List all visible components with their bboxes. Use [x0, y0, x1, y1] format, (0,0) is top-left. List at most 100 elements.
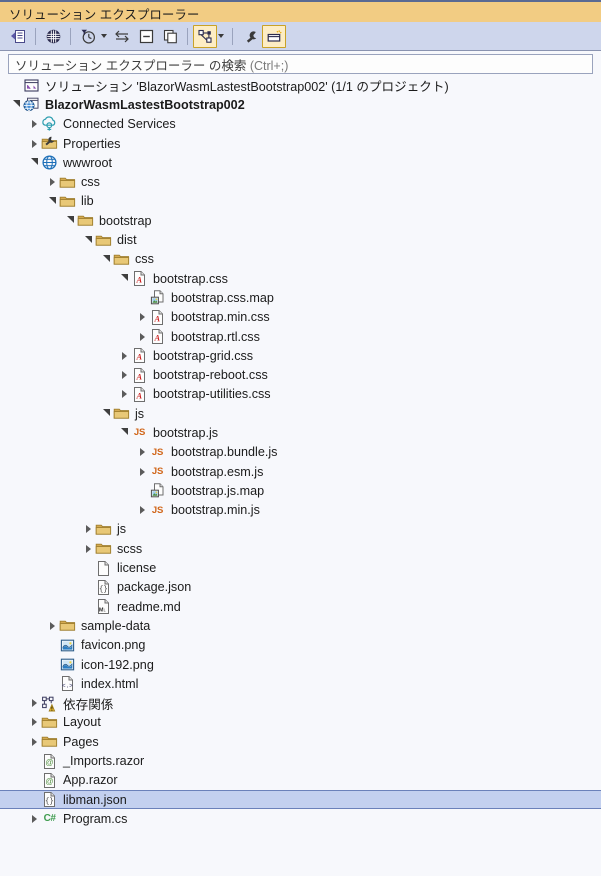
- svg-text:A: A: [154, 314, 161, 323]
- tree-row[interactable]: C# Program.cs: [0, 809, 601, 828]
- chevron-down-icon[interactable]: [100, 404, 112, 423]
- csharp-file-icon: C#: [41, 810, 58, 827]
- tree-row[interactable]: bootstrap.css.map: [0, 288, 601, 307]
- properties-button[interactable]: [238, 25, 262, 48]
- tree-row[interactable]: Layout: [0, 713, 601, 732]
- tree-row[interactable]: M↓ readme.md: [0, 597, 601, 616]
- tree-row[interactable]: Pages: [0, 732, 601, 751]
- chevron-down-icon[interactable]: [82, 231, 94, 250]
- tree-row[interactable]: scss: [0, 539, 601, 558]
- view-class-diagram-button[interactable]: [193, 24, 217, 48]
- chevron-right-icon[interactable]: [118, 346, 130, 365]
- chevron-right-icon[interactable]: [28, 732, 40, 751]
- tree-row[interactable]: lib: [0, 192, 601, 211]
- tree-row[interactable]: {} package.json: [0, 578, 601, 597]
- tree-row[interactable]: Connected Services: [0, 115, 601, 134]
- tree-row-label: sample-data: [81, 618, 151, 633]
- chevron-right-icon[interactable]: [136, 327, 148, 346]
- tree-row[interactable]: Abootstrap-reboot.css: [0, 365, 601, 384]
- tree-row[interactable]: wwwroot: [0, 153, 601, 172]
- tree-row[interactable]: Abootstrap.min.css: [0, 308, 601, 327]
- tree-row[interactable]: bootstrap: [0, 211, 601, 230]
- tree-row[interactable]: @ _Imports.razor: [0, 751, 601, 770]
- tree-row[interactable]: 依存関係: [0, 694, 601, 713]
- wwwroot-icon: [41, 154, 58, 171]
- tree-row[interactable]: js: [0, 404, 601, 423]
- tree-row[interactable]: Abootstrap-grid.css: [0, 346, 601, 365]
- search-input[interactable]: ソリューション エクスプローラー の検索 (Ctrl+;): [8, 54, 593, 74]
- tree-row[interactable]: BlazorWasmLastestBootstrap002: [0, 95, 601, 114]
- tree-row[interactable]: css: [0, 172, 601, 191]
- chevron-right-icon[interactable]: [28, 134, 40, 153]
- collapse-all-button[interactable]: [134, 25, 158, 48]
- tree-row[interactable]: Properties: [0, 134, 601, 153]
- tree-row[interactable]: @ App.razor: [0, 771, 601, 790]
- preview-selected-items-button[interactable]: [262, 24, 286, 48]
- chevron-right-icon[interactable]: [82, 539, 94, 558]
- tree-row[interactable]: favicon.png: [0, 636, 601, 655]
- chevron-right-icon[interactable]: [28, 809, 40, 828]
- tree-row[interactable]: bootstrap.js.map: [0, 481, 601, 500]
- chevron-down-icon[interactable]: [28, 153, 40, 172]
- tree-row[interactable]: JS bootstrap.bundle.js: [0, 443, 601, 462]
- chevron-right-icon[interactable]: [46, 173, 58, 192]
- chevron-right-icon[interactable]: [82, 520, 94, 539]
- tree-row[interactable]: ソリューション 'BlazorWasmLastestBootstrap002' …: [0, 76, 601, 95]
- tree-row[interactable]: css: [0, 250, 601, 269]
- wrench-icon: [242, 28, 259, 45]
- tree-row-label: bootstrap.min.css: [171, 310, 270, 325]
- tree-row[interactable]: icon-192.png: [0, 655, 601, 674]
- chevron-right-icon[interactable]: [136, 308, 148, 327]
- tree-row[interactable]: js: [0, 520, 601, 539]
- tree-row-label: Layout: [63, 715, 101, 730]
- tree-row[interactable]: <.> index.html: [0, 674, 601, 693]
- tree-row-label: license: [117, 561, 157, 576]
- chevron-down-icon[interactable]: [118, 269, 130, 288]
- css-file-icon: A: [131, 347, 148, 364]
- svg-text:A: A: [136, 372, 143, 381]
- chevron-right-icon[interactable]: [136, 462, 148, 481]
- chevron-down-icon[interactable]: [64, 211, 76, 230]
- pending-changes-dropdown-caret[interactable]: [101, 34, 107, 38]
- tree-row[interactable]: sample-data: [0, 616, 601, 635]
- web-preview-button[interactable]: [41, 25, 65, 48]
- pending-changes-button[interactable]: [76, 25, 100, 48]
- tree-row[interactable]: JS bootstrap.min.js: [0, 501, 601, 520]
- tree-row[interactable]: JS bootstrap.js: [0, 423, 601, 442]
- chevron-right-icon[interactable]: [46, 616, 58, 635]
- chevron-right-icon[interactable]: [28, 115, 40, 134]
- chevron-down-icon[interactable]: [46, 192, 58, 211]
- view-class-diagram-dropdown-caret[interactable]: [218, 34, 224, 38]
- sync-arrows-icon: [113, 28, 131, 45]
- tree-row[interactable]: license: [0, 558, 601, 577]
- tree-row[interactable]: JS bootstrap.esm.js: [0, 462, 601, 481]
- sync-with-active-document-button[interactable]: [110, 25, 134, 48]
- show-all-files-icon: [162, 28, 179, 45]
- tree-row[interactable]: Abootstrap.css: [0, 269, 601, 288]
- tree-row[interactable]: {} libman.json: [0, 789, 601, 810]
- svg-text:{}: {}: [99, 586, 108, 594]
- chevron-right-icon[interactable]: [28, 713, 40, 732]
- chevron-down-icon[interactable]: [100, 250, 112, 269]
- chevron-right-icon[interactable]: [136, 501, 148, 520]
- tree-row[interactable]: Abootstrap.rtl.css: [0, 327, 601, 346]
- show-all-files-button[interactable]: [158, 25, 182, 48]
- tree-row-label: _Imports.razor: [63, 754, 145, 769]
- css-file-icon: A: [149, 328, 166, 345]
- chevron-right-icon[interactable]: [118, 366, 130, 385]
- tree-row[interactable]: dist: [0, 230, 601, 249]
- globe-grid-icon: [45, 28, 62, 45]
- expander-spacer: [82, 559, 94, 578]
- tree-row-label: bootstrap-utilities.css: [153, 387, 271, 402]
- chevron-down-icon[interactable]: [118, 423, 130, 442]
- chevron-right-icon[interactable]: [118, 385, 130, 404]
- home-button[interactable]: [6, 25, 30, 48]
- chevron-down-icon[interactable]: [10, 95, 22, 114]
- tree-row-label: bootstrap.js.map: [171, 483, 265, 498]
- class-diagram-icon: [197, 28, 214, 45]
- chevron-right-icon[interactable]: [136, 443, 148, 462]
- tree-row[interactable]: Abootstrap-utilities.css: [0, 385, 601, 404]
- chevron-right-icon[interactable]: [28, 694, 40, 713]
- tree-row-label: lib: [81, 194, 94, 209]
- markdown-file-icon: M↓: [95, 598, 112, 615]
